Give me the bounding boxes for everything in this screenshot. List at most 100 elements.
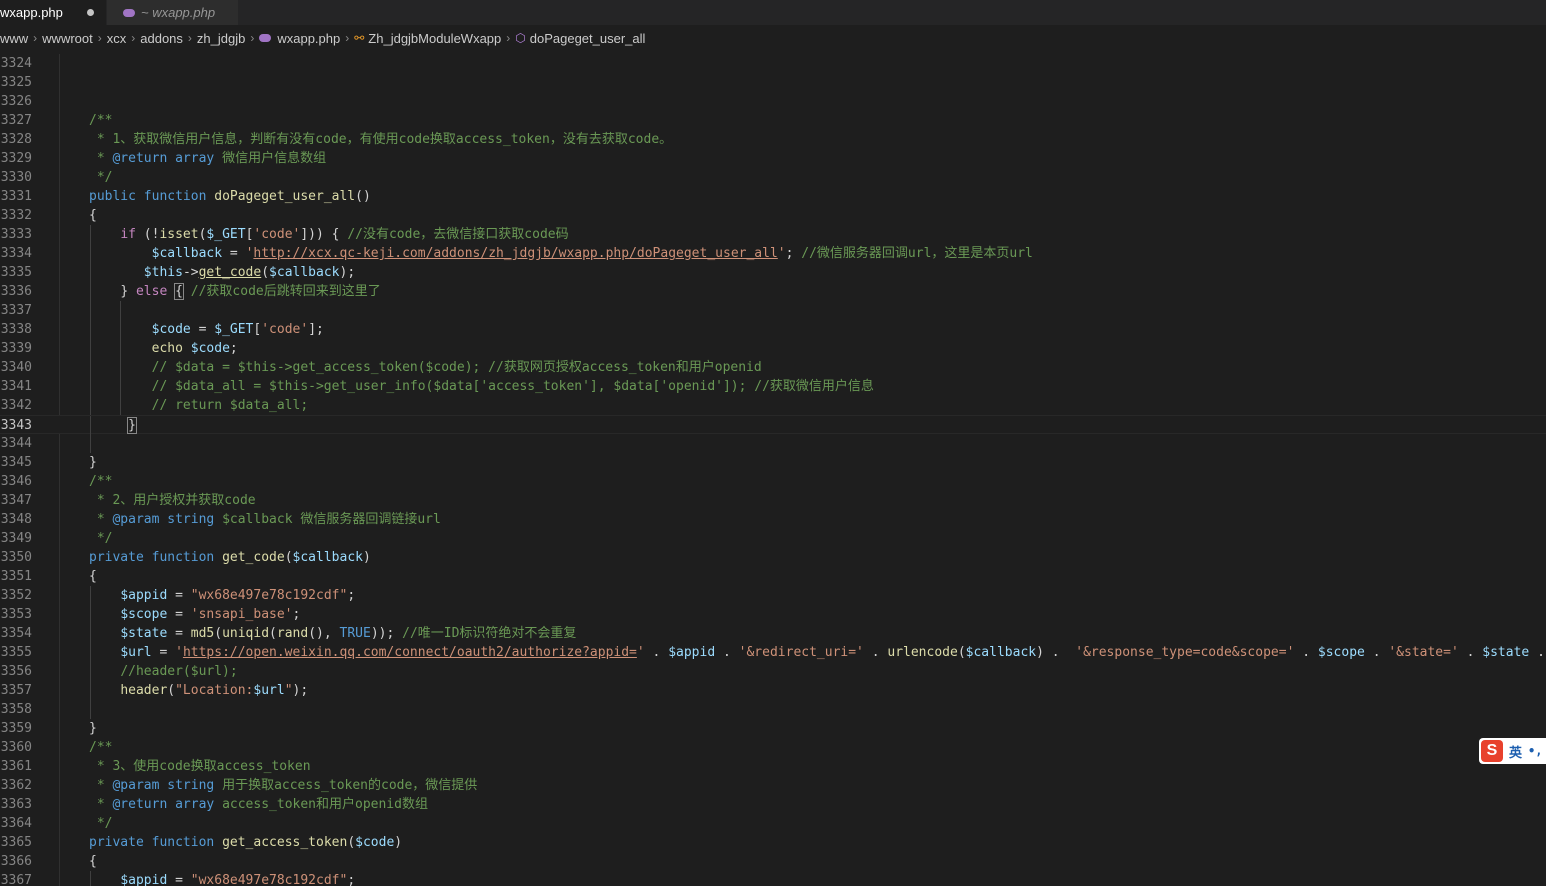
code-line[interactable]: 3327 /** bbox=[0, 111, 1546, 130]
indent-guide bbox=[90, 434, 91, 453]
code-line[interactable]: 3330 */ bbox=[0, 168, 1546, 187]
code-line[interactable]: 3361 * 3、使用code换取access_token bbox=[0, 757, 1546, 776]
code-text: { bbox=[89, 854, 97, 869]
code-line[interactable]: 3329 * @return array 微信用户信息数组 bbox=[0, 149, 1546, 168]
code-line[interactable]: 3325 bbox=[0, 73, 1546, 92]
unsaved-dot-icon[interactable] bbox=[87, 9, 94, 16]
tab-wxapp-php[interactable]: wxapp.php bbox=[0, 0, 106, 25]
code-text: header("Location:$url"); bbox=[120, 683, 309, 698]
line-number: 3334 bbox=[0, 246, 32, 261]
code-text: * @param string $callback 微信服务器回调链接url bbox=[89, 512, 441, 527]
code-text: $this->get_code($callback); bbox=[143, 265, 356, 280]
breadcrumb-item[interactable]: addons bbox=[140, 31, 183, 46]
code-text: * @return array access_token和用户openid数组 bbox=[89, 797, 428, 812]
line-number: 3324 bbox=[0, 56, 32, 71]
code-line[interactable]: 3354 $state = md5(uniqid(rand(), TRUE));… bbox=[0, 624, 1546, 643]
line-number: 3343 bbox=[0, 418, 32, 433]
chevron-right-icon: › bbox=[506, 31, 511, 45]
code-line[interactable]: 3338 $code = $_GET['code']; bbox=[0, 320, 1546, 339]
code-line[interactable]: 3328 * 1、获取微信用户信息，判断有没有code，有使用code换取acc… bbox=[0, 130, 1546, 149]
code-line[interactable]: 3347 * 2、用户授权并获取code bbox=[0, 491, 1546, 510]
code-line[interactable]: 3326 bbox=[0, 92, 1546, 111]
code-line[interactable]: 3362 * @param string 用于换取access_token的co… bbox=[0, 776, 1546, 795]
code-line[interactable]: 3367 $appid = "wx68e497e78c192cdf"; bbox=[0, 871, 1546, 886]
code-line[interactable]: 3357 header("Location:$url"); bbox=[0, 681, 1546, 700]
line-number: 3356 bbox=[0, 664, 32, 679]
code-line[interactable]: 3360 /** bbox=[0, 738, 1546, 757]
breadcrumb-item[interactable]: zh_jdgjb bbox=[197, 31, 245, 46]
code-line[interactable]: 3353 $scope = 'snsapi_base'; bbox=[0, 605, 1546, 624]
line-number: 3360 bbox=[0, 740, 32, 755]
code-line[interactable]: 3366 { bbox=[0, 852, 1546, 871]
breadcrumb-file[interactable]: wxapp.php bbox=[259, 31, 340, 46]
code-text: /** bbox=[89, 740, 113, 755]
code-text: $url = 'https://open.weixin.qq.com/conne… bbox=[120, 645, 1545, 660]
code-line[interactable]: 3355 $url = 'https://open.weixin.qq.com/… bbox=[0, 643, 1546, 662]
code-line[interactable]: 3339 echo $code; bbox=[0, 339, 1546, 358]
code-line[interactable]: 3346 /** bbox=[0, 472, 1546, 491]
line-number: 3340 bbox=[0, 360, 32, 375]
line-number: 3326 bbox=[0, 94, 32, 109]
code-line[interactable]: 3365 private function get_access_token($c… bbox=[0, 833, 1546, 852]
line-number: 3327 bbox=[0, 113, 32, 128]
line-number: 3335 bbox=[0, 265, 32, 280]
ime-mode-label: 英 bbox=[1509, 745, 1523, 761]
line-number: 3347 bbox=[0, 493, 32, 508]
code-line[interactable]: 3331 public function doPageget_user_all() bbox=[0, 187, 1546, 206]
code-line[interactable]: 3359} bbox=[0, 719, 1546, 738]
line-number: 3353 bbox=[0, 607, 32, 622]
code-text: $state = md5(uniqid(rand(), TRUE)); //唯一… bbox=[120, 626, 577, 641]
code-line-current[interactable]: 3343 } bbox=[0, 415, 1546, 435]
code-line[interactable]: 3348 * @param string $callback 微信服务器回调链接… bbox=[0, 510, 1546, 529]
code-line[interactable]: 3342 // return $data_all; bbox=[0, 396, 1546, 415]
code-text: $appid = "wx68e497e78c192cdf"; bbox=[120, 588, 356, 603]
code-line[interactable]: 3340 // $data = $this->get_access_token(… bbox=[0, 358, 1546, 377]
breadcrumb-method[interactable]: ⬡ doPageget_user_all bbox=[515, 31, 645, 46]
line-number: 3350 bbox=[0, 550, 32, 565]
code-line[interactable]: 3332 { bbox=[0, 206, 1546, 225]
breadcrumb-item[interactable]: wwwroot bbox=[42, 31, 93, 46]
code-text: //header($url); bbox=[120, 664, 238, 679]
code-line[interactable]: 3335 $this->get_code($callback); bbox=[0, 263, 1546, 282]
code-line[interactable]: 3364 */ bbox=[0, 814, 1546, 833]
code-line[interactable]: 3333 if (!isset($_GET['code'])) { //没有co… bbox=[0, 225, 1546, 244]
chevron-right-icon: › bbox=[97, 31, 102, 45]
code-line[interactable]: 3324 bbox=[0, 54, 1546, 73]
code-line[interactable]: 3336 } else { //获取code后跳转回来到这里了 bbox=[0, 282, 1546, 301]
ime-indicator[interactable]: S 英 •, bbox=[1479, 738, 1546, 764]
code-line[interactable]: 3344 bbox=[0, 434, 1546, 453]
breadcrumb-item[interactable]: www bbox=[0, 31, 28, 46]
breadcrumb-item[interactable]: xcx bbox=[107, 31, 127, 46]
chevron-right-icon: › bbox=[250, 31, 255, 45]
code-line[interactable]: 3345} bbox=[0, 453, 1546, 472]
line-number: 3346 bbox=[0, 474, 32, 489]
code-line[interactable]: 3337 bbox=[0, 301, 1546, 320]
line-number: 3328 bbox=[0, 132, 32, 147]
breadcrumb-class[interactable]: ⚯ Zh_jdgjbModuleWxapp bbox=[354, 31, 501, 46]
tab-bar: wxapp.php ~ wxapp.php bbox=[0, 0, 1546, 25]
line-number: 3355 bbox=[0, 645, 32, 660]
code-line[interactable]: 3334 $callback = 'http://xcx.qc-keji.com… bbox=[0, 244, 1546, 263]
code-line[interactable]: 3351 { bbox=[0, 567, 1546, 586]
breadcrumb: www › wwwroot › xcx › addons › zh_jdgjb … bbox=[0, 27, 1546, 49]
code-line[interactable]: 3352 $appid = "wx68e497e78c192cdf"; bbox=[0, 586, 1546, 605]
code-line[interactable]: 3363 * @return array access_token和用户open… bbox=[0, 795, 1546, 814]
line-number: 3337 bbox=[0, 303, 32, 318]
code-text: */ bbox=[89, 816, 113, 831]
code-text: echo $code; bbox=[151, 341, 238, 356]
code-text: $scope = 'snsapi_base'; bbox=[120, 607, 301, 622]
code-editor[interactable]: 3324 3325 3326 3327 /** 3328 * 1、获取微信用户信息… bbox=[0, 54, 1546, 886]
code-line[interactable]: 3349 */ bbox=[0, 529, 1546, 548]
code-line[interactable]: 3358 bbox=[0, 700, 1546, 719]
code-text: $callback = 'http://xcx.qc-keji.com/addo… bbox=[151, 246, 1033, 261]
code-text: } bbox=[127, 417, 137, 434]
code-text: $appid = "wx68e497e78c192cdf"; bbox=[120, 873, 356, 886]
code-text: } bbox=[89, 721, 97, 736]
chevron-right-icon: › bbox=[33, 31, 38, 45]
indent-guide bbox=[90, 700, 91, 719]
code-line[interactable]: 3341 // $data_all = $this->get_user_info… bbox=[0, 377, 1546, 396]
code-line[interactable]: 3356 //header($url); bbox=[0, 662, 1546, 681]
code-text: * @return array 微信用户信息数组 bbox=[89, 151, 327, 166]
tab-wxapp-php-preview[interactable]: ~ wxapp.php bbox=[106, 0, 238, 25]
code-line[interactable]: 3350 private function get_code($callback) bbox=[0, 548, 1546, 567]
